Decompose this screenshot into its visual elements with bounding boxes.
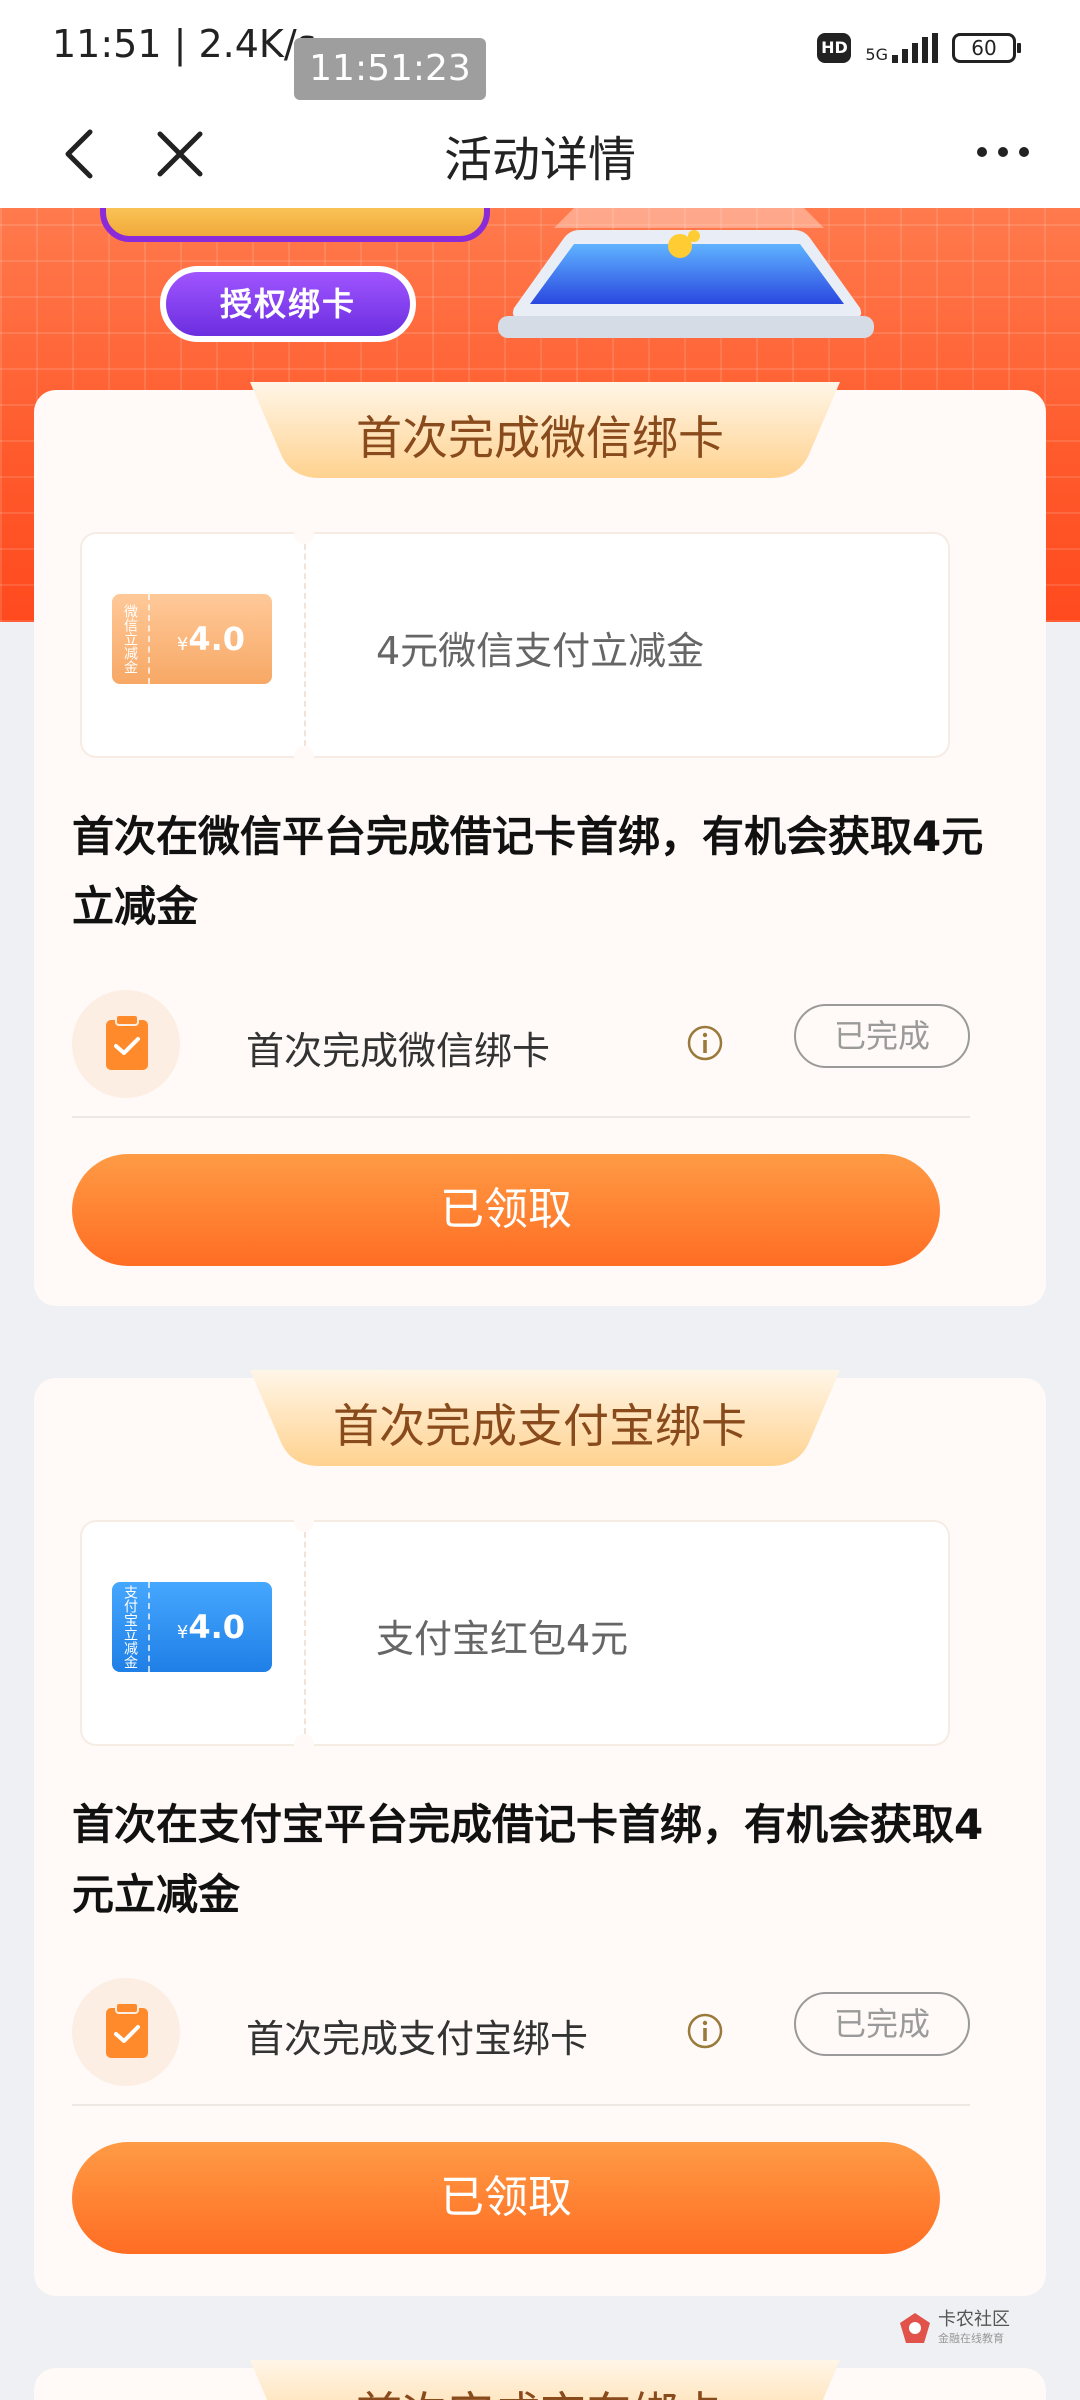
- status-time: 11:51 | 2.4K/s: [52, 22, 317, 66]
- task-label: 首次完成微信绑卡: [246, 1029, 551, 1073]
- hd-icon: HD: [817, 33, 852, 63]
- ticket-value: 4.0: [188, 620, 246, 658]
- more-dots-icon: [977, 147, 1029, 157]
- more-button[interactable]: [968, 126, 1038, 186]
- page-title: 活动详情: [443, 132, 636, 188]
- coupon-notch: [294, 524, 314, 544]
- authorize-bind-card-button[interactable]: 授权绑卡: [160, 266, 416, 342]
- coupon-box: 支付宝立减金 ¥4.0 支付宝红包4元: [82, 1512, 948, 1754]
- ticket-amount: ¥4.0: [150, 620, 272, 658]
- card-title: 首次完成京东绑卡: [34, 2378, 1046, 2400]
- claim-button[interactable]: 已领取: [72, 1154, 940, 1266]
- info-icon[interactable]: [686, 1024, 724, 1062]
- task-row: 首次完成支付宝绑卡 已完成: [72, 1978, 970, 2092]
- task-icon-bg: [72, 990, 180, 1098]
- coupon-notch: [294, 1734, 314, 1754]
- coupon-notch: [294, 1512, 314, 1532]
- jd-task-card: 首次完成京东绑卡: [34, 2360, 1046, 2400]
- ticket-value: 4.0: [188, 1608, 246, 1646]
- task-divider: [72, 2104, 970, 2106]
- clipboard-check-icon: [106, 2002, 148, 2058]
- network-indicator: 5G: [865, 33, 938, 63]
- coupon-divider: [304, 534, 306, 756]
- ticket-side-label: 支付宝立减金: [112, 1582, 150, 1672]
- coupon-notch: [294, 746, 314, 766]
- clipboard-check-icon: [106, 1014, 148, 1070]
- coupon-divider: [304, 1522, 306, 1744]
- ticket-side-label: 微信立减金: [112, 594, 150, 684]
- task-row: 首次完成微信绑卡 已完成: [72, 990, 970, 1104]
- watermark-sub: 金融在线教育: [938, 2332, 1004, 2345]
- coupon-text: 支付宝红包4元: [376, 1617, 629, 1661]
- watermark-text-group: 卡农社区 金融在线教育: [938, 2310, 1010, 2346]
- wechat-task-card: 首次完成微信绑卡 微信立减金 ¥4.0 4元微信支付立减金 首次在微信平台完成借…: [34, 382, 1046, 1306]
- ticket-currency: ¥: [176, 634, 189, 655]
- task-status-badge: 已完成: [794, 1992, 970, 2056]
- task-icon-bg: [72, 1978, 180, 2086]
- ticket-amount: ¥4.0: [150, 1608, 272, 1646]
- coupon-box: 微信立减金 ¥4.0 4元微信支付立减金: [82, 524, 948, 766]
- alipay-ticket-icon: 支付宝立减金 ¥4.0: [112, 1582, 272, 1672]
- signal-icon: [892, 33, 938, 63]
- phone-illustration: [498, 208, 874, 338]
- alipay-task-card: 首次完成支付宝绑卡 支付宝立减金 ¥4.0 支付宝红包4元 首次在支付宝平台完成…: [34, 1370, 1046, 2296]
- task-label: 首次完成支付宝绑卡: [246, 2017, 589, 2061]
- task-status-badge: 已完成: [794, 1004, 970, 1068]
- card-title: 首次完成支付宝绑卡: [333, 1399, 747, 1453]
- kanong-logo-icon: [900, 2313, 930, 2343]
- task-divider: [72, 1116, 970, 1118]
- battery-icon: 60: [952, 33, 1021, 63]
- info-icon[interactable]: [686, 2012, 724, 2050]
- ticket-currency: ¥: [176, 1622, 189, 1643]
- network-type: 5G: [865, 45, 888, 64]
- banner-title-graphic: [100, 208, 490, 242]
- watermark: 卡农社区 金融在线教育: [898, 2310, 1010, 2346]
- time-overlay: 11:51:23: [294, 38, 486, 100]
- status-icons: HD 5G 60: [817, 26, 1021, 70]
- card-description: 首次在支付宝平台完成借记卡首绑，有机会获取4元立减金: [72, 1800, 984, 1919]
- card-description: 首次在微信平台完成借记卡首绑，有机会获取4元立减金: [72, 812, 984, 931]
- card-title: 首次完成微信绑卡: [356, 411, 724, 465]
- claim-button[interactable]: 已领取: [72, 2142, 940, 2254]
- nav-bar: 活动详情: [0, 100, 1080, 208]
- wechat-ticket-icon: 微信立减金 ¥4.0: [112, 594, 272, 684]
- status-bar: 11:51 | 2.4K/s 11:51:23 HD 5G 60: [0, 0, 1080, 100]
- coupon-text: 4元微信支付立减金: [376, 629, 705, 673]
- watermark-name: 卡农社区: [938, 2309, 1010, 2330]
